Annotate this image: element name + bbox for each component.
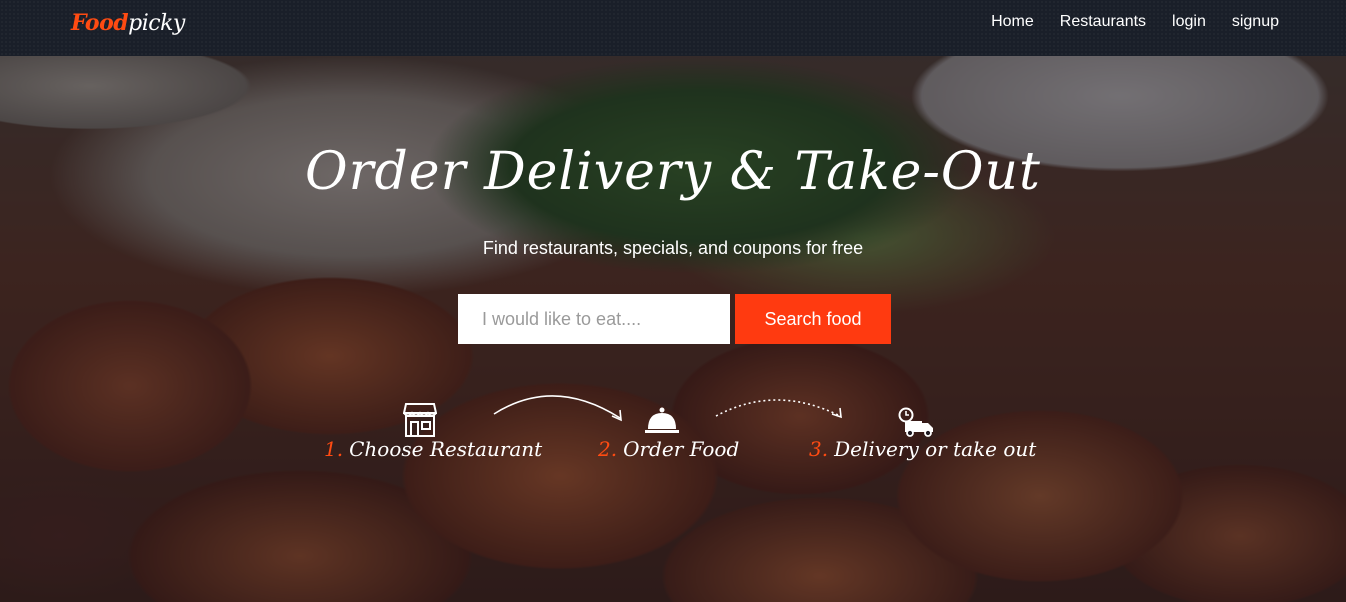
step-label: Order Food xyxy=(623,437,740,461)
food-search-input[interactable] xyxy=(458,294,730,344)
step-label: Choose Restaurant xyxy=(349,437,543,461)
store-icon xyxy=(403,403,437,437)
search-food-button[interactable]: Search food xyxy=(735,294,891,344)
hero-section: Order Delivery & Take-Out Find restauran… xyxy=(0,56,1346,602)
nav-home-link[interactable]: Home xyxy=(991,13,1034,31)
dotted-arrow-icon xyxy=(715,399,842,419)
navbar: Foodpicky Home Restaurants login signup xyxy=(0,0,1346,56)
step-label: Delivery or take out xyxy=(834,437,1037,461)
nav-restaurants-link[interactable]: Restaurants xyxy=(1060,13,1146,31)
nav-signup-link[interactable]: signup xyxy=(1232,13,1279,31)
step-choose-restaurant: 1. Choose Restaurant xyxy=(324,437,542,461)
nav-login-link[interactable]: login xyxy=(1172,13,1206,31)
step-number: 2. xyxy=(598,437,618,461)
hero-subtitle: Find restaurants, specials, and coupons … xyxy=(482,238,864,258)
cloche-icon xyxy=(645,407,679,433)
nav-menu: Home Restaurants login signup xyxy=(991,13,1279,31)
step-number: 3. xyxy=(809,437,829,461)
step-number: 1. xyxy=(324,437,344,461)
logo-part-picky: picky xyxy=(128,11,185,36)
step-order-food: 2. Order Food xyxy=(598,437,739,461)
hero-headline: Order Delivery & Take-Out xyxy=(305,142,1041,202)
step-delivery-take-out: 3. Delivery or take out xyxy=(809,437,1036,461)
curved-arrow-icon xyxy=(493,395,622,422)
delivery-truck-icon xyxy=(898,407,933,437)
logo-part-food: Food xyxy=(71,10,129,36)
logo[interactable]: Foodpicky xyxy=(71,10,185,36)
